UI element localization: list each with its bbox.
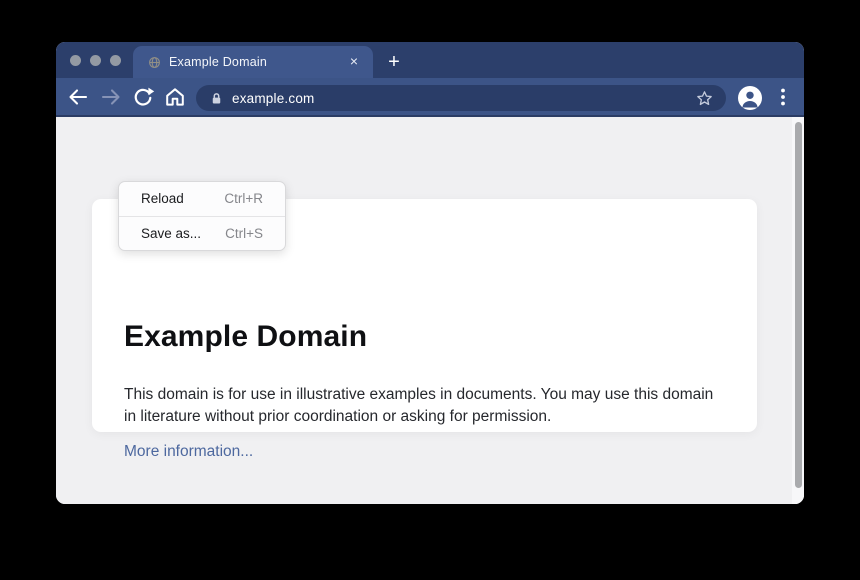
address-bar[interactable]: example.com [196,85,726,111]
back-icon[interactable] [66,85,90,109]
scrollbar-thumb[interactable] [795,122,802,488]
home-icon[interactable] [163,85,187,109]
context-menu: Reload Ctrl+R Save as... Ctrl+S [118,181,286,251]
profile-avatar-icon[interactable] [738,86,762,110]
context-menu-item-reload[interactable]: Reload Ctrl+R [119,182,285,216]
menu-item-shortcut: Ctrl+R [224,191,263,206]
page-title: Example Domain [124,320,367,354]
globe-favicon-icon [148,56,161,69]
tab-close-icon[interactable]: × [343,51,365,73]
menu-item-label: Reload [141,191,184,206]
forward-icon[interactable] [99,85,123,109]
reload-icon[interactable] [131,85,155,109]
context-menu-item-save-as[interactable]: Save as... Ctrl+S [119,216,285,251]
window-zoom-button[interactable] [110,55,121,66]
window-close-button[interactable] [70,55,81,66]
url-text: example.com [232,91,695,106]
new-tab-button[interactable]: + [382,51,406,75]
page-paragraph: This domain is for use in illustrative e… [124,384,716,428]
scrollbar-track[interactable] [792,117,804,504]
lock-icon [209,91,224,106]
tab-strip: Example Domain × + [56,42,804,78]
tab-title: Example Domain [169,55,343,69]
page-viewport: Example Domain This domain is for use in… [56,117,804,504]
menu-item-label: Save as... [141,226,201,241]
browser-window: Example Domain × + exam [56,42,804,504]
menu-item-shortcut: Ctrl+S [225,226,263,241]
overflow-menu-icon[interactable] [771,85,795,109]
tab-example-domain[interactable]: Example Domain × [133,46,373,78]
window-minimize-button[interactable] [90,55,101,66]
bookmark-star-icon[interactable] [695,89,714,108]
more-information-link[interactable]: More information... [124,443,253,461]
browser-toolbar: example.com [56,78,804,117]
